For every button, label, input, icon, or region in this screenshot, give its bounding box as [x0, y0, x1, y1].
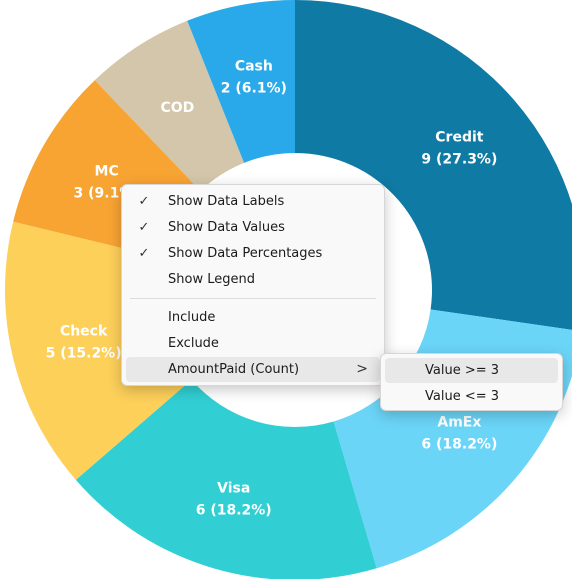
slice-label-credit: Credit [435, 130, 483, 146]
slice-value-credit: 9 (27.3%) [421, 152, 497, 168]
menu-item-label: Show Data Values [168, 220, 285, 235]
slice-value-cash: 2 (6.1%) [221, 80, 287, 96]
menu-separator [130, 298, 376, 299]
slice-label-cash: Cash [235, 58, 273, 74]
submenu-item-label: Value <= 3 [425, 389, 500, 404]
menu-item-exclude[interactable]: Exclude [126, 331, 380, 356]
menu-item-show-data-percentages[interactable]: ✓ Show Data Percentages [126, 241, 380, 266]
menu-item-label: Show Data Percentages [168, 246, 323, 261]
menu-item-label: Show Data Labels [168, 194, 285, 209]
checkmark-icon: ✓ [138, 220, 150, 235]
menu-item-label: Exclude [168, 336, 219, 351]
slice-value-amex: 6 (18.2%) [421, 436, 497, 452]
submenu: Value >= 3 Value <= 3 [380, 353, 563, 411]
submenu-item-value-gte-3[interactable]: Value >= 3 [385, 358, 558, 383]
menu-item-show-data-values[interactable]: ✓ Show Data Values [126, 215, 380, 240]
checkmark-icon: ✓ [138, 194, 150, 209]
menu-item-include[interactable]: Include [126, 305, 380, 330]
chevron-right-icon: > [356, 361, 368, 377]
menu-item-label: Include [168, 310, 216, 325]
submenu-item-value-lte-3[interactable]: Value <= 3 [385, 384, 558, 409]
slice-value-visa: 6 (18.2%) [196, 503, 272, 519]
context-menu: ✓ Show Data Labels ✓ Show Data Values ✓ … [121, 184, 385, 386]
slice-label-amex: AmEx [437, 414, 481, 430]
slice-label-cod: COD [161, 100, 195, 116]
slice-value-check: 5 (15.2%) [46, 345, 122, 361]
checkmark-icon: ✓ [138, 246, 150, 261]
slice-label-mc: MC [95, 163, 119, 179]
menu-item-amountpaid-count[interactable]: AmountPaid (Count) > [126, 357, 380, 382]
menu-item-label: Show Legend [168, 272, 255, 287]
slice-label-visa: Visa [217, 481, 250, 497]
menu-item-label: AmountPaid (Count) [168, 362, 300, 377]
menu-item-show-data-labels[interactable]: ✓ Show Data Labels [126, 189, 380, 214]
slice-label-check: Check [60, 323, 108, 339]
submenu-item-label: Value >= 3 [425, 363, 500, 378]
menu-item-show-legend[interactable]: Show Legend [126, 267, 380, 292]
